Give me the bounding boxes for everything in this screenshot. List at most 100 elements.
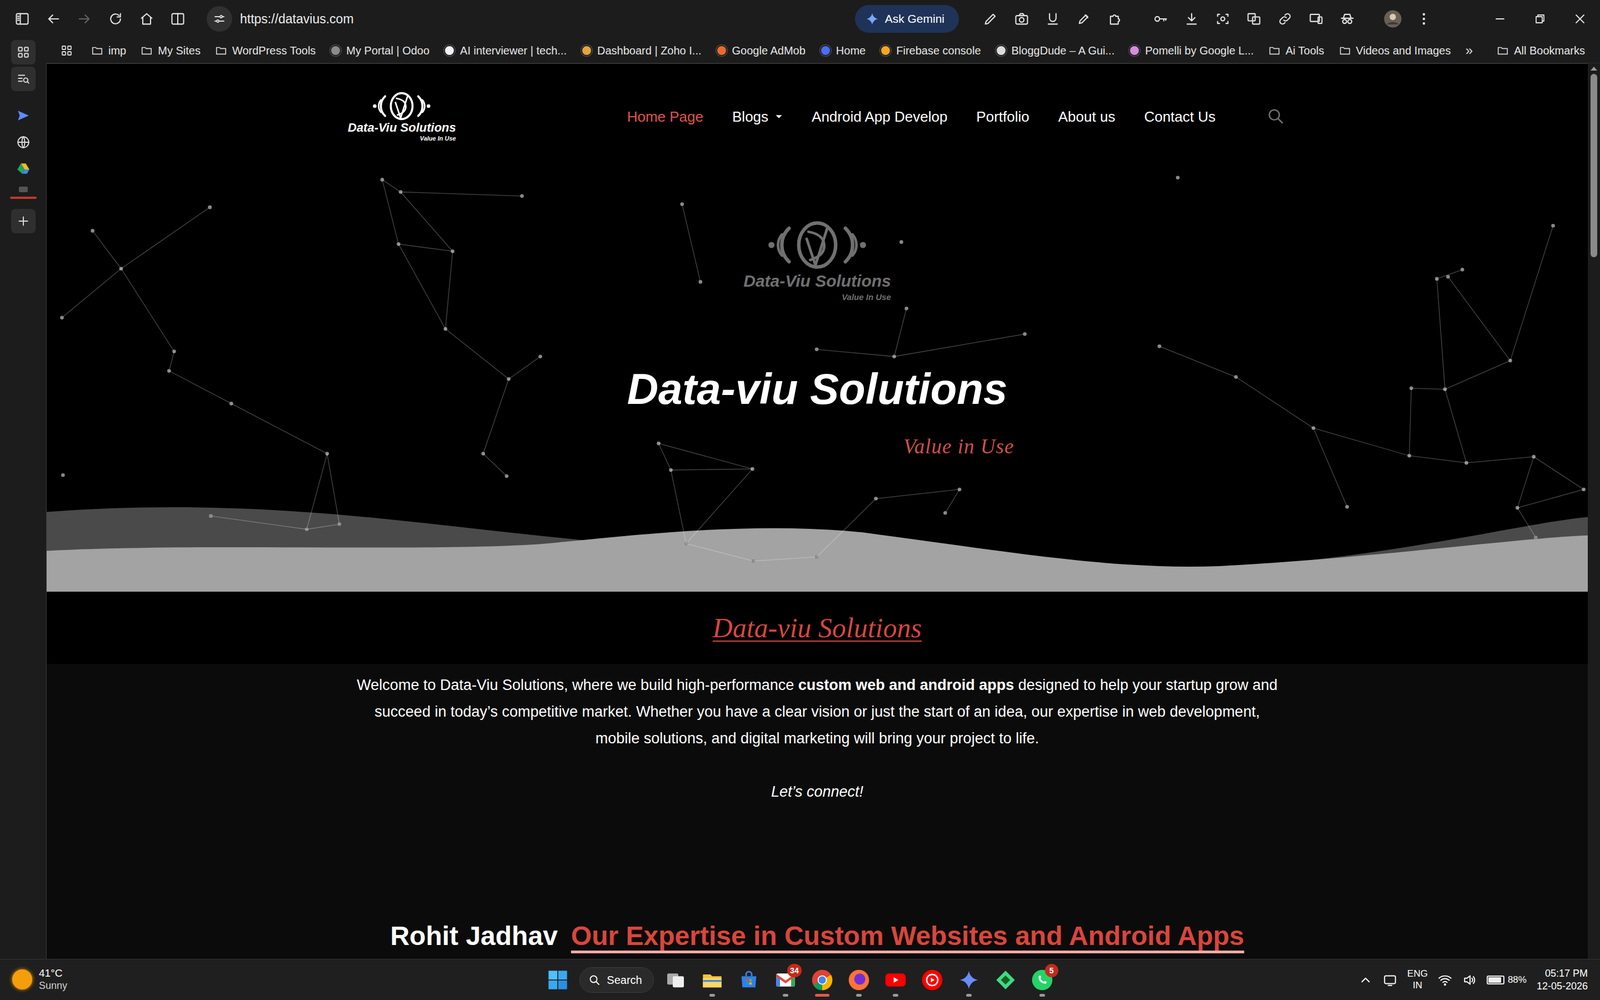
pen-icon[interactable] — [975, 4, 1006, 34]
menu-dots-icon[interactable] — [1408, 4, 1439, 34]
workspaces-icon[interactable] — [11, 40, 36, 65]
ask-gemini-button[interactable]: Ask Gemini — [855, 5, 959, 33]
add-panel-icon[interactable] — [11, 208, 36, 234]
underline-icon[interactable] — [1037, 4, 1068, 34]
back-icon[interactable] — [38, 4, 68, 34]
apps-icon[interactable] — [57, 41, 77, 60]
bookmark-item[interactable]: Pomelli by Google L... — [1121, 40, 1262, 62]
bookmark-item[interactable]: WordPress Tools — [207, 40, 323, 62]
taskbar-app[interactable] — [877, 961, 914, 999]
site-logo[interactable]: Data-Viu SolutionsValue In Use — [347, 91, 457, 142]
search-icon[interactable] — [1265, 106, 1287, 128]
show-hidden-icons-icon[interactable] — [1358, 972, 1373, 988]
sun-icon — [12, 969, 33, 990]
weather-widget[interactable]: 41°CSunny — [0, 967, 540, 992]
menu-item[interactable]: Contact Us — [1143, 106, 1216, 128]
incognito-icon[interactable] — [1332, 4, 1363, 34]
menu-item[interactable]: Android App Develop — [811, 106, 948, 128]
panel-mini-icon[interactable] — [18, 186, 28, 193]
bookmark-item[interactable]: Firebase console — [872, 40, 988, 62]
bookmark-item[interactable]: Home — [812, 40, 873, 62]
hero-logo-name: Data-Viu Solutions — [743, 271, 892, 292]
search-label: Search — [606, 971, 642, 989]
taskbar-app[interactable] — [840, 961, 878, 999]
menu-item[interactable]: Portfolio — [976, 106, 1029, 128]
bookmark-item[interactable]: Google AdMob — [708, 40, 813, 62]
volume-icon[interactable] — [1462, 972, 1477, 988]
link-icon[interactable] — [1270, 4, 1300, 34]
drive-icon[interactable] — [11, 156, 36, 182]
logo-emblem-icon — [370, 91, 433, 122]
reload-icon[interactable] — [101, 4, 130, 34]
bookmarks-right: » All Bookmarks — [1465, 40, 1600, 62]
translate-icon[interactable] — [1238, 4, 1269, 34]
extensions-icon[interactable] — [1100, 4, 1130, 34]
download-icon[interactable] — [1176, 4, 1207, 34]
forward-icon[interactable] — [70, 4, 99, 34]
password-key-icon[interactable] — [1145, 4, 1176, 34]
menu-item[interactable]: Blogs — [732, 106, 783, 128]
wifi-icon[interactable] — [1437, 972, 1453, 988]
address-bar[interactable]: https://datavius.com — [206, 6, 853, 32]
cast-icon[interactable] — [1301, 4, 1332, 34]
bookmark-item[interactable]: AI interviewer | tech... — [436, 40, 574, 62]
favicon-icon — [880, 45, 892, 57]
bookmark-label: AI interviewer | tech... — [460, 42, 567, 59]
screenshot-icon[interactable] — [1207, 4, 1238, 34]
taskbar-app[interactable] — [987, 961, 1024, 999]
favicon-icon — [820, 45, 832, 57]
bookmarks-overflow[interactable]: » — [1465, 40, 1473, 61]
site-header: Data-Viu SolutionsValue In Use Home Page B… — [46, 63, 1588, 170]
hero-title-block: Data-viu SolutionsValue in Use — [627, 364, 1008, 462]
taskbar-app[interactable] — [657, 961, 694, 999]
send-icon[interactable] — [11, 103, 36, 128]
bookmark-item[interactable]: imp — [83, 40, 134, 62]
all-bookmarks[interactable]: All Bookmarks — [1489, 40, 1593, 62]
bookmark-item[interactable]: My Portal | Odoo — [322, 40, 437, 62]
start-button[interactable] — [539, 961, 577, 999]
camera-icon[interactable] — [1006, 4, 1037, 34]
profile-avatar-icon[interactable] — [1377, 4, 1408, 34]
taskbar-search[interactable]: Search — [579, 967, 654, 993]
call-to-action[interactable]: Let’s connect! — [350, 778, 1284, 805]
taskbar-app[interactable] — [730, 961, 768, 999]
eyedropper-icon[interactable] — [1068, 4, 1099, 34]
globe-icon[interactable] — [11, 130, 36, 155]
bookmark-item[interactable]: Dashboard | Zoho I... — [573, 40, 709, 62]
home-icon[interactable] — [132, 4, 162, 34]
system-tray: ENGIN 88% 05:17 PM12-05-2026 — [1060, 967, 1600, 993]
taskbar-app[interactable]: 34 — [767, 961, 804, 999]
gemini-label: Ask Gemini — [885, 10, 945, 28]
minimize-icon[interactable] — [1480, 4, 1520, 34]
taskbar-app[interactable] — [693, 961, 731, 999]
tab-search-icon[interactable] — [11, 66, 36, 92]
site-info-icon[interactable] — [206, 6, 233, 32]
dropdown-caret-icon[interactable] — [775, 112, 783, 121]
split-view-icon[interactable] — [163, 4, 193, 34]
bookmark-item[interactable]: Ai Tools — [1261, 40, 1332, 62]
tablet-mode-icon[interactable] — [1382, 972, 1398, 988]
hero-content: Data-Viu SolutionsValue In UseData-viu S… — [46, 169, 1588, 462]
battery[interactable]: 88% — [1486, 972, 1527, 988]
bookmark-item[interactable]: BloggDude – A Gui... — [988, 40, 1123, 62]
vertical-tabs-icon[interactable] — [7, 4, 37, 34]
close-icon[interactable] — [1560, 4, 1600, 34]
menu-item[interactable]: About us — [1058, 106, 1116, 128]
taskbar-app[interactable]: 5 — [1023, 961, 1061, 999]
scrollbar-thumb[interactable] — [1590, 73, 1598, 258]
bookmark-item[interactable]: Videos and Images — [1331, 40, 1459, 62]
taskbar-app[interactable] — [950, 961, 988, 999]
taskbar-app[interactable] — [913, 961, 951, 999]
favicon-icon — [995, 45, 1007, 57]
taskbar-app[interactable] — [803, 961, 841, 999]
restore-icon[interactable] — [1520, 4, 1560, 34]
scroll-up-arrow[interactable] — [1590, 66, 1598, 71]
menu-item[interactable]: Home Page — [627, 106, 704, 128]
input-language[interactable]: ENGIN — [1407, 968, 1428, 992]
clock[interactable]: 05:17 PM12-05-2026 — [1536, 967, 1588, 993]
notification-badge: 5 — [1045, 963, 1059, 978]
viewport: Data-Viu SolutionsValue In Use Home Page B… — [46, 63, 1600, 959]
bookmark-item[interactable]: My Sites — [133, 40, 208, 62]
favicon-icon — [581, 45, 593, 57]
url-text[interactable]: https://datavius.com — [240, 9, 354, 29]
